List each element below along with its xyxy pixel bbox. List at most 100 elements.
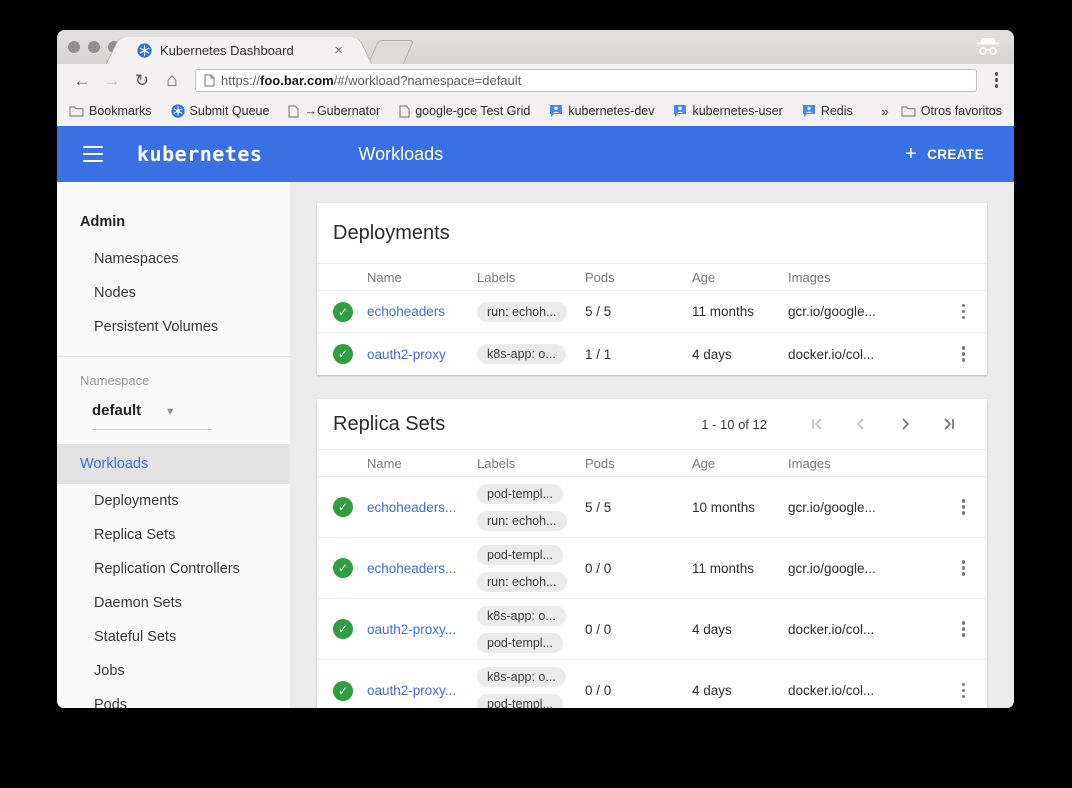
replica-set-link[interactable]: oauth2-proxy... <box>367 683 477 698</box>
groups-icon <box>673 104 687 118</box>
kubernetes-favicon-icon <box>137 43 152 58</box>
forward-icon[interactable]: → <box>99 72 125 89</box>
kubernetes-logo: kubernetes <box>137 142 262 166</box>
reload-icon[interactable]: ↻ <box>129 72 155 89</box>
minimize-window-button[interactable] <box>88 41 100 53</box>
bookmark-google-gce-test-grid[interactable]: google-gce Test Grid <box>399 104 530 118</box>
label-chip: k8s-app: o... <box>477 667 566 687</box>
first-page-icon[interactable] <box>795 415 839 433</box>
replica-sets-table-header: Name Labels Pods Age Images <box>317 449 987 477</box>
label-chip: pod-templ... <box>477 633 563 653</box>
previous-page-icon[interactable] <box>839 415 883 433</box>
bookmark-redis[interactable]: Redis <box>802 104 853 118</box>
url-protocol: https:// <box>221 73 260 88</box>
hamburger-menu-icon[interactable] <box>81 142 105 167</box>
bookmark-kubernetes-dev[interactable]: kubernetes-dev <box>549 104 654 118</box>
sidebar-item-admin[interactable]: Admin <box>57 202 290 242</box>
url-host: foo.bar.com <box>260 73 334 88</box>
groups-icon <box>549 104 563 118</box>
row-menu-icon[interactable] <box>956 677 972 705</box>
folder-icon <box>69 105 84 117</box>
groups-icon <box>802 104 816 118</box>
sidebar-item-pods[interactable]: Pods <box>57 688 290 708</box>
label-chip: k8s-app: o... <box>477 606 566 626</box>
other-bookmarks-folder[interactable]: Otros favoritos <box>901 104 1002 118</box>
kubernetes-icon <box>171 104 185 118</box>
label-chip: run: echoh... <box>477 511 567 531</box>
back-icon[interactable]: ← <box>69 72 95 89</box>
namespace-select[interactable]: default ▾ <box>92 402 212 430</box>
browser-window: Kubernetes Dashboard × ← → ↻ ⌂ https://f… <box>57 30 1014 708</box>
last-page-icon[interactable] <box>927 415 971 433</box>
sidebar-item-namespaces[interactable]: Namespaces <box>57 242 290 276</box>
tab-title: Kubernetes Dashboard <box>160 43 332 58</box>
status-ok-icon: ✓ <box>333 302 353 322</box>
status-ok-icon: ✓ <box>333 344 353 364</box>
page-icon <box>204 74 215 87</box>
namespace-label: Namespace <box>57 357 290 392</box>
browser-titlebar: Kubernetes Dashboard × <box>57 30 1014 64</box>
row-menu-icon[interactable] <box>956 298 972 326</box>
replica-sets-card: Replica Sets 1 - 10 of 12 <box>317 399 987 708</box>
row-menu-icon[interactable] <box>956 615 972 643</box>
row-menu-icon[interactable] <box>956 554 972 582</box>
replica-set-link[interactable]: echoheaders... <box>367 500 477 515</box>
chevron-down-icon: ▾ <box>167 404 173 418</box>
sidebar-item-replica-sets[interactable]: Replica Sets <box>57 518 290 552</box>
sidebar-item-nodes[interactable]: Nodes <box>57 276 290 310</box>
table-row: ✓ echoheaders... pod-templ... run: echoh… <box>317 538 987 599</box>
label-chip: pod-templ... <box>477 694 563 708</box>
incognito-icon <box>976 37 1000 56</box>
label-chip: pod-templ... <box>477 484 563 504</box>
replica-set-link[interactable]: oauth2-proxy... <box>367 622 477 637</box>
sidebar-item-replication-controllers[interactable]: Replication Controllers <box>57 552 290 586</box>
deployments-card-title: Deployments <box>333 222 450 245</box>
table-row: ✓ oauth2-proxy... k8s-app: o... pod-temp… <box>317 599 987 660</box>
table-row: ✓ echoheaders... pod-templ... run: echoh… <box>317 477 987 538</box>
url-text: https://foo.bar.com/#/workload?namespace… <box>221 73 521 88</box>
sidebar-item-deployments[interactable]: Deployments <box>57 484 290 518</box>
sidebar-item-jobs[interactable]: Jobs <box>57 654 290 688</box>
label-chip: run: echoh... <box>477 572 567 592</box>
deployments-table-header: Name Labels Pods Age Images <box>317 263 987 291</box>
home-icon[interactable]: ⌂ <box>159 71 185 90</box>
row-menu-icon[interactable] <box>956 493 972 521</box>
label-chip: k8s-app: o... <box>477 344 566 364</box>
sidebar-item-stateful-sets[interactable]: Stateful Sets <box>57 620 290 654</box>
deployment-link[interactable]: oauth2-proxy <box>367 347 477 362</box>
label-chip: pod-templ... <box>477 545 563 565</box>
bookmarks-overflow-icon[interactable]: » <box>881 104 888 119</box>
browser-tab[interactable]: Kubernetes Dashboard × <box>125 37 353 64</box>
plus-icon: + <box>905 144 917 164</box>
bookmark-kubernetes-user[interactable]: kubernetes-user <box>673 104 782 118</box>
main-content: Deployments Name Labels Pods Age Images … <box>290 182 1014 708</box>
bookmark-submit-queue[interactable]: Submit Queue <box>171 104 270 118</box>
status-ok-icon: ✓ <box>333 497 353 517</box>
sidebar-item-daemon-sets[interactable]: Daemon Sets <box>57 586 290 620</box>
sidebar: Admin Namespaces Nodes Persistent Volume… <box>57 182 290 708</box>
tab-close-icon[interactable]: × <box>332 43 345 58</box>
table-row: ✓ oauth2-proxy... k8s-app: o... pod-temp… <box>317 660 987 708</box>
sidebar-item-workloads[interactable]: Workloads <box>57 444 290 484</box>
replica-sets-card-title: Replica Sets <box>333 413 445 436</box>
row-menu-icon[interactable] <box>956 340 972 368</box>
close-window-button[interactable] <box>68 41 80 53</box>
page-title: Workloads <box>358 144 443 165</box>
status-ok-icon: ✓ <box>333 681 353 701</box>
replica-set-link[interactable]: echoheaders... <box>367 561 477 576</box>
browser-toolbar: ← → ↻ ⌂ https://foo.bar.com/#/workload?n… <box>57 64 1014 96</box>
bookmark-gubernator[interactable]: →Gubernator <box>288 104 380 118</box>
pagination: 1 - 10 of 12 <box>701 415 971 433</box>
browser-menu-icon[interactable] <box>987 68 1007 92</box>
address-bar[interactable]: https://foo.bar.com/#/workload?namespace… <box>195 69 977 92</box>
next-page-icon[interactable] <box>883 415 927 433</box>
new-tab-button[interactable] <box>368 40 415 64</box>
page-icon <box>288 105 299 118</box>
create-button[interactable]: + CREATE <box>899 136 990 172</box>
table-row: ✓ echoheaders run: echoh... 5 / 5 11 mon… <box>317 291 987 333</box>
folder-icon <box>901 105 916 117</box>
pagination-range: 1 - 10 of 12 <box>701 417 767 432</box>
sidebar-item-persistent-volumes[interactable]: Persistent Volumes <box>57 310 290 344</box>
bookmark-bookmarks[interactable]: Bookmarks <box>69 104 152 118</box>
deployment-link[interactable]: echoheaders <box>367 304 477 319</box>
